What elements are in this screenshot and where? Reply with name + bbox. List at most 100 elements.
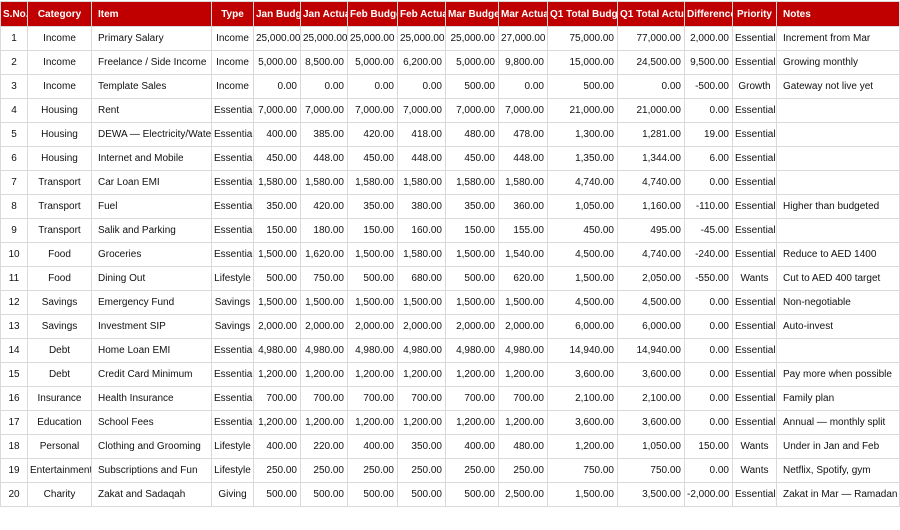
cell-notes[interactable]: Higher than budgeted xyxy=(776,194,900,219)
cell-mar-budget[interactable]: 480.00 xyxy=(445,122,499,147)
cell-difference[interactable]: 6.00 xyxy=(684,146,733,171)
cell-sno[interactable]: 7 xyxy=(0,170,28,195)
cell-difference[interactable]: 0.00 xyxy=(684,338,733,363)
cell-category[interactable]: Housing xyxy=(27,122,92,147)
cell-item[interactable]: Dining Out xyxy=(91,266,212,291)
cell-jan-actual[interactable]: 1,200.00 xyxy=(300,410,348,435)
cell-q1-actual[interactable]: 77,000.00 xyxy=(617,26,685,51)
cell-jan-actual[interactable]: 250.00 xyxy=(300,458,348,483)
cell-item[interactable]: Investment SIP xyxy=(91,314,212,339)
cell-jan-actual[interactable]: 4,980.00 xyxy=(300,338,348,363)
cell-sno[interactable]: 10 xyxy=(0,242,28,267)
cell-category[interactable]: Food xyxy=(27,242,92,267)
cell-item[interactable]: Subscriptions and Fun xyxy=(91,458,212,483)
cell-mar-actual[interactable]: 9,800.00 xyxy=(498,50,548,75)
cell-jan-budget[interactable]: 1,200.00 xyxy=(253,410,301,435)
cell-type[interactable]: Essential xyxy=(211,362,254,387)
cell-feb-actual[interactable]: 700.00 xyxy=(397,386,446,411)
cell-notes[interactable]: Netflix, Spotify, gym xyxy=(776,458,900,483)
cell-type[interactable]: Essential xyxy=(211,98,254,123)
cell-mar-actual[interactable]: 1,200.00 xyxy=(498,410,548,435)
cell-jan-budget[interactable]: 7,000.00 xyxy=(253,98,301,123)
cell-type[interactable]: Lifestyle xyxy=(211,458,254,483)
cell-jan-budget[interactable]: 1,580.00 xyxy=(253,170,301,195)
cell-jan-actual[interactable]: 750.00 xyxy=(300,266,348,291)
cell-jan-budget[interactable]: 1,500.00 xyxy=(253,242,301,267)
cell-mar-actual[interactable]: 27,000.00 xyxy=(498,26,548,51)
cell-jan-actual[interactable]: 420.00 xyxy=(300,194,348,219)
cell-type[interactable]: Income xyxy=(211,74,254,99)
cell-jan-actual[interactable]: 385.00 xyxy=(300,122,348,147)
cell-notes[interactable]: Reduce to AED 1400 xyxy=(776,242,900,267)
cell-jan-budget[interactable]: 400.00 xyxy=(253,122,301,147)
cell-mar-actual[interactable]: 1,200.00 xyxy=(498,362,548,387)
cell-priority[interactable]: Wants xyxy=(732,458,777,483)
cell-category[interactable]: Transport xyxy=(27,218,92,243)
cell-q1-actual[interactable]: 1,050.00 xyxy=(617,434,685,459)
cell-q1-actual[interactable]: 1,281.00 xyxy=(617,122,685,147)
cell-jan-budget[interactable]: 250.00 xyxy=(253,458,301,483)
cell-item[interactable]: Zakat and Sadaqah xyxy=(91,482,212,507)
cell-feb-budget[interactable]: 1,200.00 xyxy=(347,410,398,435)
cell-jan-actual[interactable]: 0.00 xyxy=(300,74,348,99)
cell-mar-budget[interactable]: 1,580.00 xyxy=(445,170,499,195)
cell-difference[interactable]: -2,000.00 xyxy=(684,482,733,507)
cell-item[interactable]: Emergency Fund xyxy=(91,290,212,315)
cell-mar-budget[interactable]: 4,980.00 xyxy=(445,338,499,363)
cell-feb-budget[interactable]: 420.00 xyxy=(347,122,398,147)
cell-difference[interactable]: -500.00 xyxy=(684,74,733,99)
cell-priority[interactable]: Growth xyxy=(732,74,777,99)
cell-sno[interactable]: 12 xyxy=(0,290,28,315)
cell-feb-actual[interactable]: 6,200.00 xyxy=(397,50,446,75)
cell-q1-actual[interactable]: 1,344.00 xyxy=(617,146,685,171)
cell-priority[interactable]: Essential xyxy=(732,242,777,267)
cell-q1-budget[interactable]: 14,940.00 xyxy=(547,338,618,363)
cell-feb-actual[interactable]: 7,000.00 xyxy=(397,98,446,123)
cell-q1-actual[interactable]: 750.00 xyxy=(617,458,685,483)
cell-feb-budget[interactable]: 25,000.00 xyxy=(347,26,398,51)
cell-mar-budget[interactable]: 1,500.00 xyxy=(445,242,499,267)
cell-category[interactable]: Debt xyxy=(27,362,92,387)
cell-mar-actual[interactable]: 7,000.00 xyxy=(498,98,548,123)
cell-mar-actual[interactable]: 478.00 xyxy=(498,122,548,147)
cell-feb-budget[interactable]: 500.00 xyxy=(347,482,398,507)
column-header-sno[interactable]: S.No. xyxy=(0,1,28,27)
cell-item[interactable]: Health Insurance xyxy=(91,386,212,411)
cell-priority[interactable]: Essential xyxy=(732,98,777,123)
cell-sno[interactable]: 3 xyxy=(0,74,28,99)
cell-mar-actual[interactable]: 2,500.00 xyxy=(498,482,548,507)
cell-difference[interactable]: 0.00 xyxy=(684,458,733,483)
cell-feb-budget[interactable]: 400.00 xyxy=(347,434,398,459)
cell-category[interactable]: Savings xyxy=(27,290,92,315)
column-header-q1-actual[interactable]: Q1 Total Actual xyxy=(617,1,685,27)
cell-priority[interactable]: Wants xyxy=(732,434,777,459)
cell-priority[interactable]: Essential xyxy=(732,338,777,363)
cell-q1-budget[interactable]: 6,000.00 xyxy=(547,314,618,339)
cell-type[interactable]: Essential xyxy=(211,122,254,147)
cell-feb-budget[interactable]: 1,500.00 xyxy=(347,242,398,267)
cell-notes[interactable] xyxy=(776,218,900,243)
cell-q1-budget[interactable]: 1,350.00 xyxy=(547,146,618,171)
cell-mar-actual[interactable]: 0.00 xyxy=(498,74,548,99)
cell-feb-actual[interactable]: 1,580.00 xyxy=(397,242,446,267)
cell-sno[interactable]: 1 xyxy=(0,26,28,51)
cell-feb-budget[interactable]: 150.00 xyxy=(347,218,398,243)
column-header-category[interactable]: Category xyxy=(27,1,92,27)
cell-difference[interactable]: 9,500.00 xyxy=(684,50,733,75)
cell-notes[interactable]: Under in Jan and Feb xyxy=(776,434,900,459)
cell-category[interactable]: Insurance xyxy=(27,386,92,411)
cell-feb-budget[interactable]: 350.00 xyxy=(347,194,398,219)
cell-q1-actual[interactable]: 4,500.00 xyxy=(617,290,685,315)
cell-notes[interactable]: Family plan xyxy=(776,386,900,411)
cell-category[interactable]: Savings xyxy=(27,314,92,339)
cell-q1-budget[interactable]: 450.00 xyxy=(547,218,618,243)
cell-item[interactable]: Template Sales xyxy=(91,74,212,99)
cell-feb-budget[interactable]: 0.00 xyxy=(347,74,398,99)
cell-mar-actual[interactable]: 250.00 xyxy=(498,458,548,483)
column-header-notes[interactable]: Notes xyxy=(776,1,900,27)
cell-category[interactable]: Personal xyxy=(27,434,92,459)
cell-q1-actual[interactable]: 21,000.00 xyxy=(617,98,685,123)
cell-q1-budget[interactable]: 1,500.00 xyxy=(547,266,618,291)
cell-mar-budget[interactable]: 1,200.00 xyxy=(445,410,499,435)
cell-feb-actual[interactable]: 4,980.00 xyxy=(397,338,446,363)
